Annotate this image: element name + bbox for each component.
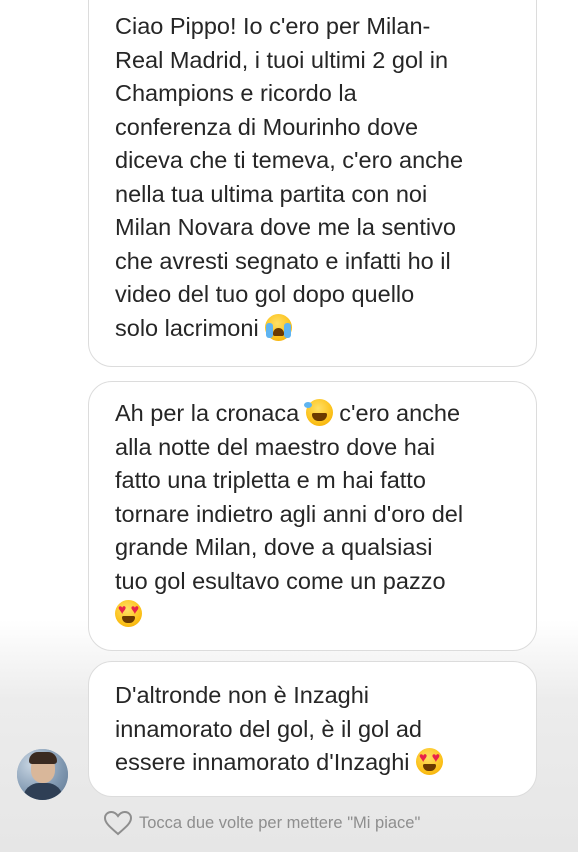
sender-avatar[interactable] [17, 749, 68, 800]
message-line: conferenza di Mourinho dove [115, 113, 419, 140]
message-line: alla notte del maestro dove hai [115, 433, 436, 460]
message-bubble-3[interactable]: D'altronde non è Inzaghi innamorato del … [88, 661, 537, 797]
message-line-first: Ah per la cronaca c'ero anche [115, 397, 516, 431]
message-line: tuo gol esultavo come un pazzo [115, 567, 446, 594]
message-text: Ah per la cronaca [115, 400, 300, 426]
message-line-last: solo lacrimoni [115, 312, 516, 346]
message-text: c'ero anche [339, 400, 461, 426]
like-hint[interactable]: Tocca due volte per mettere "Mi piace" [103, 810, 420, 836]
message-line: innamorato del gol, è il gol ad [115, 715, 423, 742]
message-line: Milan Novara dove me la sentivo [115, 214, 456, 240]
message-line: Champions e ricordo la [115, 80, 357, 106]
message-emoji-line [115, 598, 516, 632]
message-line: Real Madrid, i tuoi ultimi 2 gol in [115, 46, 449, 73]
heart-outline-icon [103, 810, 133, 836]
message-text: solo lacrimoni [115, 314, 259, 341]
message-line-last: essere innamorato d'Inzaghi [115, 746, 516, 780]
message-line: nella tua ultima partita con noi [115, 180, 428, 207]
message-line: che avresti segnato e infatti ho il [115, 247, 451, 274]
message-bubble-2[interactable]: Ah per la cronaca c'ero anche alla notte… [88, 381, 537, 651]
face-with-tears-of-joy-icon [303, 399, 333, 426]
loudly-crying-face-icon [265, 313, 293, 341]
message-line: D'altronde non è Inzaghi [115, 682, 370, 708]
message-line: video del tuo gol dopo quello [115, 281, 415, 307]
message-line: grande Milan, dove a qualsiasi [115, 534, 433, 560]
message-line: tornare indietro agli anni d'oro del [115, 500, 464, 527]
like-hint-text: Tocca due volte per mettere "Mi piace" [139, 813, 421, 832]
message-line: diceva che ti temeva, c'ero anche [115, 147, 464, 173]
message-text: essere innamorato d'Inzaghi [115, 749, 410, 775]
message-line: Ciao Pippo! Io c'ero per Milan- [115, 13, 431, 39]
message-bubble-1[interactable]: Ciao Pippo! Io c'ero per Milan- Real Mad… [88, 0, 537, 367]
heart-eyes-icon [115, 600, 142, 627]
message-line: fatto una tripletta e m hai fatto [115, 467, 426, 493]
heart-eyes-icon [416, 748, 444, 775]
